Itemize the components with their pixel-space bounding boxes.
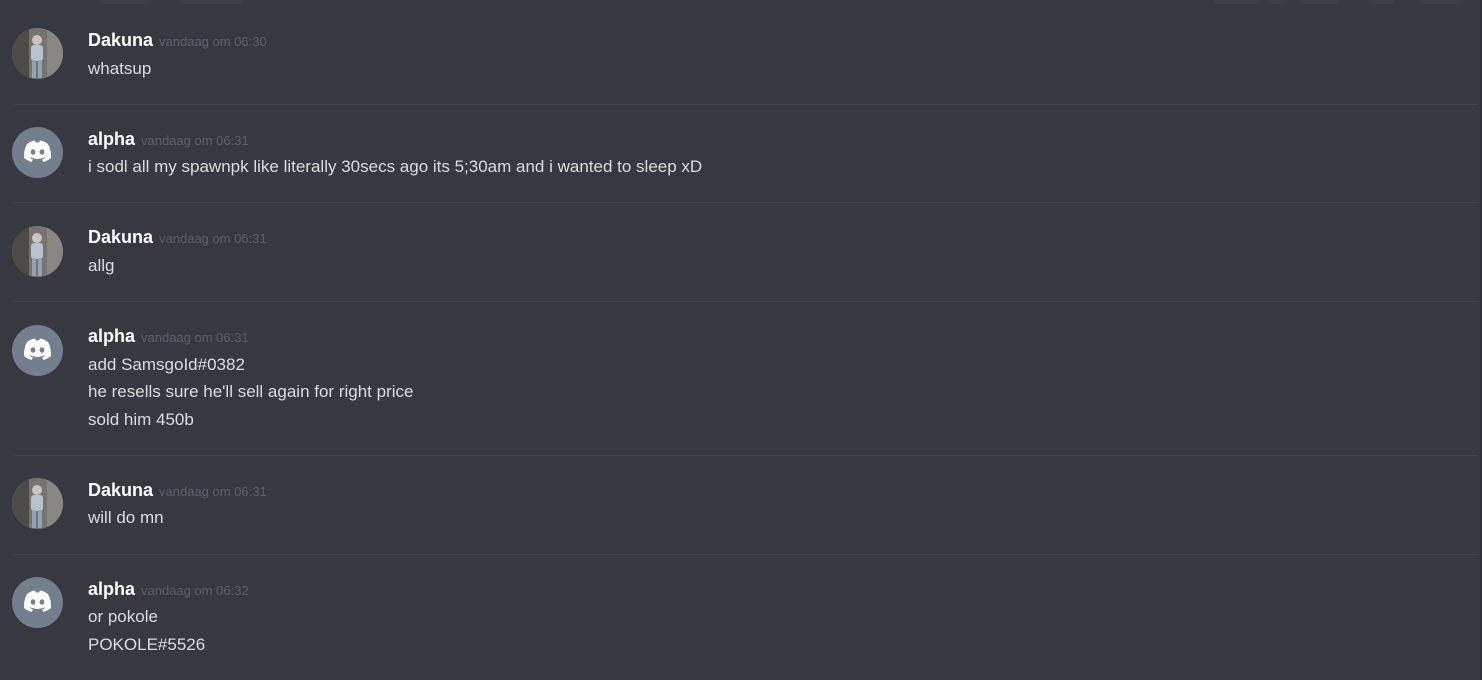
message-text: POKOLE#5526: [88, 635, 206, 654]
discord-logo-icon: [23, 590, 52, 612]
timestamp: vandaag om 06:32: [141, 583, 249, 598]
username[interactable]: alpha: [88, 579, 135, 599]
message-group: alpha vandaag om 06:32 or pokole POKOLE#5…: [0, 0, 1480, 680]
avatar-alpha[interactable]: [12, 577, 63, 628]
chat-messages-area: Dakuna vandaag om 06:30 whatsup alpha vand…: [0, 0, 1482, 680]
message-text: or pokole: [88, 607, 158, 626]
message-header: alpha vandaag om 06:32: [88, 579, 249, 600]
